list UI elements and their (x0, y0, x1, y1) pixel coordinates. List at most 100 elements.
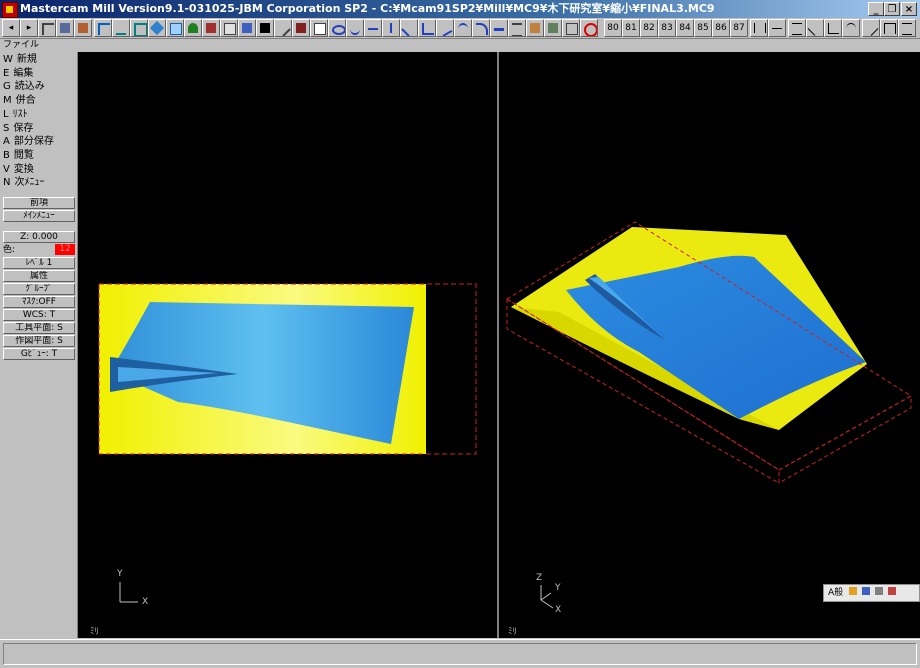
trim-icon[interactable] (490, 19, 508, 37)
ime-help-icon[interactable] (887, 587, 896, 595)
iso-axis-z-label: Z (536, 573, 543, 583)
color-swatch[interactable]: 12 (55, 244, 75, 255)
menu-hotkey: M (3, 95, 12, 107)
viewport-isometric[interactable]: Z Y X ﾐﾘ (499, 52, 920, 638)
close-button[interactable]: × (901, 2, 917, 16)
vertical-dim-icon[interactable] (382, 19, 400, 37)
file-menu-item[interactable]: E 編集 (3, 67, 75, 80)
viewport-top[interactable]: Y X ﾐﾘ (78, 52, 497, 638)
ime-dictionary-icon[interactable] (849, 587, 858, 595)
undo-icon[interactable] (38, 19, 56, 37)
spline-icon[interactable] (346, 19, 364, 37)
menu-hotkey: N (3, 177, 11, 189)
file-menu-item[interactable]: B 閲覧 (3, 149, 75, 162)
level-button[interactable]: ﾚﾍﾞﾙ 1 (3, 257, 75, 269)
calculator-icon[interactable] (74, 19, 92, 37)
file-menu-item[interactable]: M 併合 (3, 94, 75, 107)
horizontal-dim-icon[interactable] (364, 19, 382, 37)
menu-hotkey: V (3, 163, 10, 175)
toolbar-user-84[interactable]: 84 (676, 19, 694, 37)
wcs-button[interactable]: WCS: T (3, 309, 75, 321)
view-icon[interactable] (238, 19, 256, 37)
machine-icon[interactable] (526, 19, 544, 37)
chain-dimension-icon[interactable] (898, 19, 916, 37)
ime-toolbar[interactable]: A般 (823, 584, 920, 602)
menu-label: 閲覧 (13, 149, 34, 161)
menu-label: 変換 (13, 163, 34, 175)
grid-icon[interactable] (112, 19, 130, 37)
file-menu-item[interactable]: N 次ﾒﾆｭｰ (3, 176, 75, 189)
baseline-dimension-icon[interactable] (880, 19, 898, 37)
file-menu-item[interactable]: L ﾘｽﾄ (3, 108, 75, 121)
toolbar-user-80[interactable]: 80 (604, 19, 622, 37)
toolbar-user-83[interactable]: 83 (658, 19, 676, 37)
tool-plane-button[interactable]: 工具平面: S (3, 322, 75, 334)
line-icon[interactable] (94, 19, 112, 37)
app-icon[interactable] (2, 2, 18, 18)
prompt-area (3, 643, 917, 665)
color-setting[interactable]: 色: 12 (3, 244, 75, 256)
radius-dimension-icon[interactable] (842, 19, 860, 37)
save-icon[interactable] (56, 19, 74, 37)
horizontal-dimension-arrow-icon[interactable] (768, 19, 786, 37)
ime-pad-icon[interactable] (874, 587, 883, 595)
ellipse-icon[interactable] (328, 19, 346, 37)
ime-tools-icon[interactable] (861, 587, 870, 595)
file-menu-item[interactable]: A 部分保存 (3, 135, 75, 148)
tangent-line-icon[interactable] (436, 19, 454, 37)
main-menu-button[interactable]: ﾒｲﾝﾒﾆｭｰ (3, 210, 75, 222)
menu-label: 保存 (13, 122, 34, 134)
toolbar-user-87[interactable]: 87 (730, 19, 748, 37)
scroll-right-icon[interactable]: ▸ (20, 19, 38, 37)
file-menu-item[interactable]: V 変換 (3, 163, 75, 176)
toolpath-icon[interactable] (202, 19, 220, 37)
construction-plane-button[interactable]: 作図平面: S (3, 335, 75, 347)
menu-label: 新規 (16, 54, 37, 65)
window-icon[interactable] (220, 19, 238, 37)
menu-label: 編集 (13, 67, 34, 79)
shade-icon[interactable] (148, 19, 166, 37)
toolpath-list-icon[interactable] (508, 19, 526, 37)
arc-icon[interactable] (454, 19, 472, 37)
angle-line-icon[interactable] (418, 19, 436, 37)
pencil-icon[interactable] (274, 19, 292, 37)
vertical-dimension-icon[interactable] (788, 19, 806, 37)
command-icon[interactable] (256, 19, 274, 37)
menu-hotkey: S (3, 122, 10, 134)
toolbar-user-85[interactable]: 85 (694, 19, 712, 37)
no-entry-icon[interactable] (580, 19, 598, 37)
z-depth-button[interactable]: Z: 0.000 (3, 231, 75, 243)
top-view-graphics[interactable] (78, 52, 497, 638)
iso-view-graphics[interactable] (499, 52, 920, 638)
rectangle-icon[interactable] (130, 19, 148, 37)
group-button[interactable]: ｸﾞﾙｰﾌﾟ (3, 283, 75, 295)
menu-hotkey: W (3, 54, 13, 65)
horizontal-dimension-icon[interactable] (750, 19, 768, 37)
fillet-icon[interactable] (472, 19, 490, 37)
leader-icon[interactable] (862, 19, 880, 37)
file-menu-item[interactable]: G 読込み (3, 80, 75, 93)
toolbar-user-81[interactable]: 81 (622, 19, 640, 37)
backplot-icon[interactable] (562, 19, 580, 37)
parallel-dimension-icon[interactable] (806, 19, 824, 37)
ime-mode-label[interactable]: A般 (828, 588, 843, 598)
surface-icon[interactable] (292, 19, 310, 37)
minimize-button[interactable]: _ (868, 2, 884, 16)
previous-menu-button[interactable]: 前項 (3, 197, 75, 209)
toolbar-user-82[interactable]: 82 (640, 19, 658, 37)
tree-icon[interactable] (184, 19, 202, 37)
fit-icon[interactable] (166, 19, 184, 37)
attributes-button[interactable]: 属性 (3, 270, 75, 282)
verify-icon[interactable] (544, 19, 562, 37)
maximize-button[interactable]: ❐ (884, 2, 900, 16)
angular-dimension-icon[interactable] (824, 19, 842, 37)
graphics-view-button[interactable]: Gﾋﾞｭｰ: T (3, 348, 75, 360)
mask-button[interactable]: ﾏｽｸ:OFF (3, 296, 75, 308)
document-icon[interactable] (310, 19, 328, 37)
file-menu-item[interactable]: W 新規 (3, 53, 75, 66)
toolbar-user-86[interactable]: 86 (712, 19, 730, 37)
color-label: 色: (3, 245, 16, 255)
file-menu-item[interactable]: S 保存 (3, 122, 75, 135)
diagonal-line-icon[interactable] (400, 19, 418, 37)
scroll-left-icon[interactable]: ◂ (2, 19, 20, 37)
